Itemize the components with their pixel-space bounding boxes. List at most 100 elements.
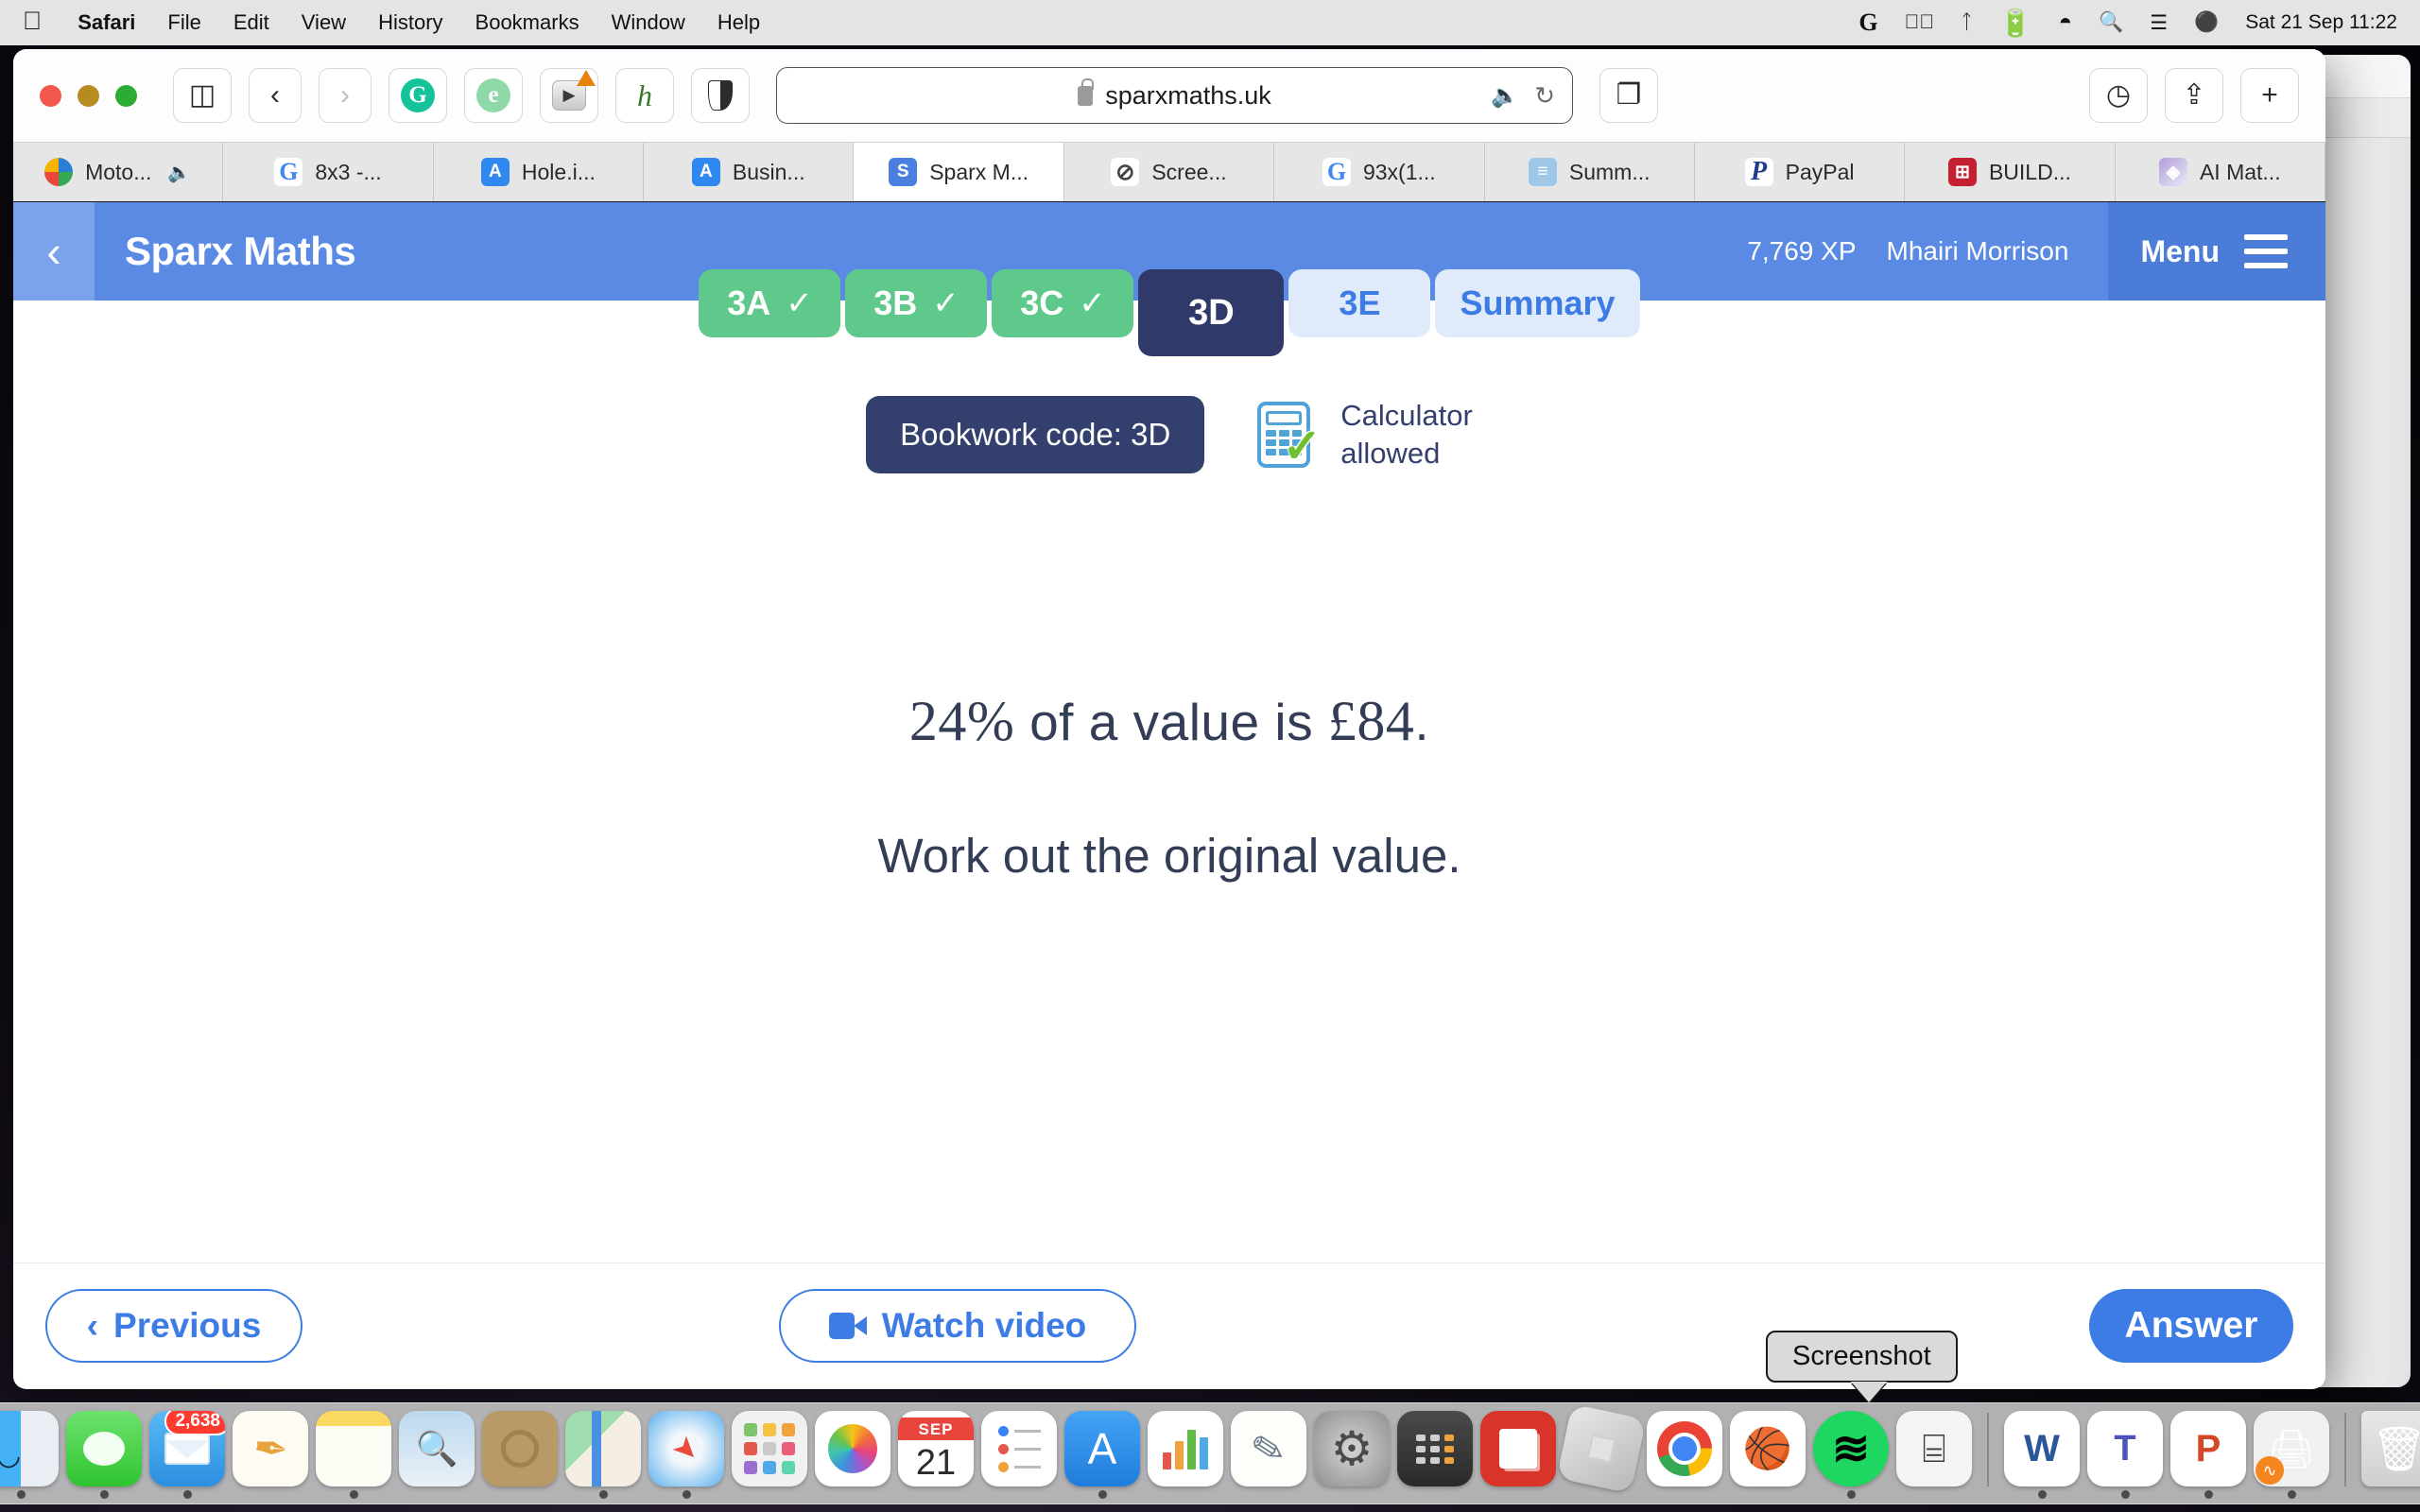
dock-item-spotify[interactable] [1811, 1411, 1891, 1502]
favicon-summary: ≡ [1528, 158, 1557, 186]
dock-item-pages[interactable] [231, 1411, 310, 1502]
dock-item-calendar[interactable]: SEP 21 [896, 1411, 976, 1502]
browser-tab-ai-math[interactable]: ◈ AI Mat... [2116, 143, 2325, 201]
new-tab-button[interactable]: + [2240, 68, 2299, 123]
tab-audio-icon[interactable]: 🔈 [167, 161, 191, 184]
menu-bar-clock[interactable]: Sat 21 Sep 11:22 [2245, 11, 2397, 34]
question-line-1: 24% of a value is £84. [13, 689, 2325, 754]
question-tab-3b[interactable]: 3B ✓ [845, 269, 988, 337]
menu-item-window[interactable]: Window [612, 10, 685, 35]
close-window-button[interactable] [40, 84, 61, 107]
dock-item-calculator[interactable] [1395, 1411, 1475, 1502]
reload-icon[interactable]: ↻ [1534, 81, 1555, 111]
dock-item-chrome[interactable] [1645, 1411, 1724, 1502]
menu-item-safari[interactable]: Safari [78, 10, 135, 35]
menu-item-file[interactable]: File [167, 10, 200, 35]
safari-icon [648, 1411, 724, 1486]
question-tab-label: 3E [1339, 284, 1381, 322]
dock-item-notes[interactable] [314, 1411, 393, 1502]
dock-item-maps[interactable] [563, 1411, 643, 1502]
play-circle-icon[interactable]: ▶⃝ [1905, 11, 1935, 34]
dock-item-safari[interactable] [647, 1411, 726, 1502]
question-tab-3e[interactable]: 3E [1288, 269, 1431, 337]
honey-extension-button[interactable]: h [615, 68, 674, 123]
previous-button[interactable]: ‹ Previous [45, 1288, 302, 1363]
safari-window: ◫ ‹ › G e ▶ h sparxmaths.uk 🔈 ↻ ❐ ◷ ⇪ + … [13, 49, 2325, 1389]
menu-item-history[interactable]: History [378, 10, 442, 35]
video-extension-button[interactable]: ▶ [540, 68, 598, 123]
browser-tab-93x[interactable]: G 93x(1... [1274, 143, 1485, 201]
dock-item-contacts[interactable] [480, 1411, 560, 1502]
share-button[interactable]: ⇪ [2165, 68, 2223, 123]
dock-item-roblox[interactable] [1556, 1403, 1647, 1502]
dock-item-numbers[interactable] [1146, 1411, 1225, 1502]
question-tab-label: 3A [727, 284, 771, 322]
speaker-icon[interactable]: 🔈 [1491, 82, 1519, 110]
spotlight-search-icon[interactable]: 🔍 [2099, 11, 2123, 34]
history-button[interactable]: ◷ [2089, 68, 2148, 123]
browser-tab-summary[interactable]: ≡ Summ... [1485, 143, 1695, 201]
menu-item-view[interactable]: View [302, 10, 346, 35]
siri-icon[interactable]: ⚫ [2194, 11, 2219, 34]
grammarly-extension-button[interactable]: G [389, 68, 447, 123]
dock-item-photos[interactable] [813, 1411, 892, 1502]
apple-menu-icon[interactable]:  [23, 8, 42, 34]
shield-icon [708, 80, 733, 111]
dock-item-preview[interactable] [397, 1411, 476, 1502]
watch-video-button[interactable]: Watch video [779, 1288, 1136, 1363]
address-bar[interactable]: sparxmaths.uk 🔈 ↻ [776, 67, 1573, 124]
grammarly-icon[interactable]: G [1858, 9, 1877, 37]
grammarly-alt-extension-button[interactable]: e [464, 68, 523, 123]
dock-item-launchpad[interactable] [730, 1411, 809, 1502]
question-tab-3d[interactable]: 3D [1138, 269, 1285, 356]
battery-icon[interactable]: 🔋 [1999, 8, 2032, 39]
dock-item-messages[interactable] [64, 1411, 144, 1502]
forward-button[interactable]: › [319, 68, 372, 123]
dock-item-app-store[interactable] [1063, 1411, 1142, 1502]
minimize-window-button[interactable] [78, 84, 99, 107]
answer-button[interactable]: Answer [2089, 1288, 2293, 1363]
question-tab-summary[interactable]: Summary [1435, 269, 1640, 337]
printer-status-icon: ∿ [2256, 1456, 2284, 1485]
dock-item-photo-booth[interactable] [1478, 1411, 1558, 1502]
privacy-shield-button[interactable] [691, 68, 750, 123]
dock-item-trash[interactable] [2360, 1411, 2420, 1502]
bluetooth-icon[interactable]: ᛏ [1961, 11, 1973, 34]
browser-tab-moto[interactable]: Moto... 🔈 [13, 143, 224, 201]
xp-counter: 7,769 XP [1747, 236, 1857, 266]
dock-item-teams[interactable] [2085, 1411, 2165, 1502]
question-tab-3a[interactable]: 3A ✓ [699, 269, 841, 337]
dock-item-screenshot[interactable] [1894, 1411, 1974, 1502]
dock-item-word[interactable] [2002, 1411, 2082, 1502]
wifi-icon[interactable]: ◓ [2059, 9, 2073, 36]
dock-item-mail[interactable]: 2,638 [147, 1411, 227, 1502]
dock-item-keynote[interactable] [1229, 1411, 1308, 1502]
browser-tab-sparx-maths[interactable]: S Sparx M... [854, 143, 1064, 201]
menu-item-edit[interactable]: Edit [233, 10, 269, 35]
dock-item-powerpoint[interactable] [2169, 1411, 2248, 1502]
browser-tab-screen[interactable]: ⊘ Scree... [1064, 143, 1275, 201]
dock-item-finder[interactable] [0, 1411, 60, 1502]
browser-tab-8x3[interactable]: G 8x3 -... [223, 143, 434, 201]
browser-tab-paypal[interactable]: P PayPal [1695, 143, 1906, 201]
control-center-icon[interactable]: ☰ [2150, 11, 2168, 35]
maximize-window-button[interactable] [115, 84, 137, 107]
lock-icon [1078, 77, 1094, 106]
menu-item-bookmarks[interactable]: Bookmarks [475, 10, 579, 35]
dock-item-basketball-app[interactable] [1728, 1411, 1807, 1502]
browser-tab-build[interactable]: ⊞ BUILD... [1905, 143, 2116, 201]
browser-tab-hole[interactable]: A Hole.i... [434, 143, 645, 201]
dock-item-reminders[interactable] [979, 1411, 1059, 1502]
tab-overview-button[interactable]: ❐ [1599, 68, 1658, 123]
tooltip-pointer [1851, 1382, 1887, 1402]
question-body: 24% of a value is £84. Work out the orig… [13, 689, 2325, 884]
sidebar-toggle-button[interactable]: ◫ [173, 68, 232, 123]
dock-item-printer[interactable]: ∿ [2252, 1411, 2331, 1502]
question-tab-3c[interactable]: 3C ✓ [992, 269, 1134, 337]
favicon-google: G [1322, 158, 1351, 186]
menu-item-help[interactable]: Help [717, 10, 760, 35]
back-button[interactable]: ‹ [249, 68, 302, 123]
launchpad-icon [732, 1411, 807, 1486]
dock-item-system-preferences[interactable] [1312, 1411, 1392, 1502]
browser-tab-business[interactable]: A Busin... [644, 143, 855, 201]
